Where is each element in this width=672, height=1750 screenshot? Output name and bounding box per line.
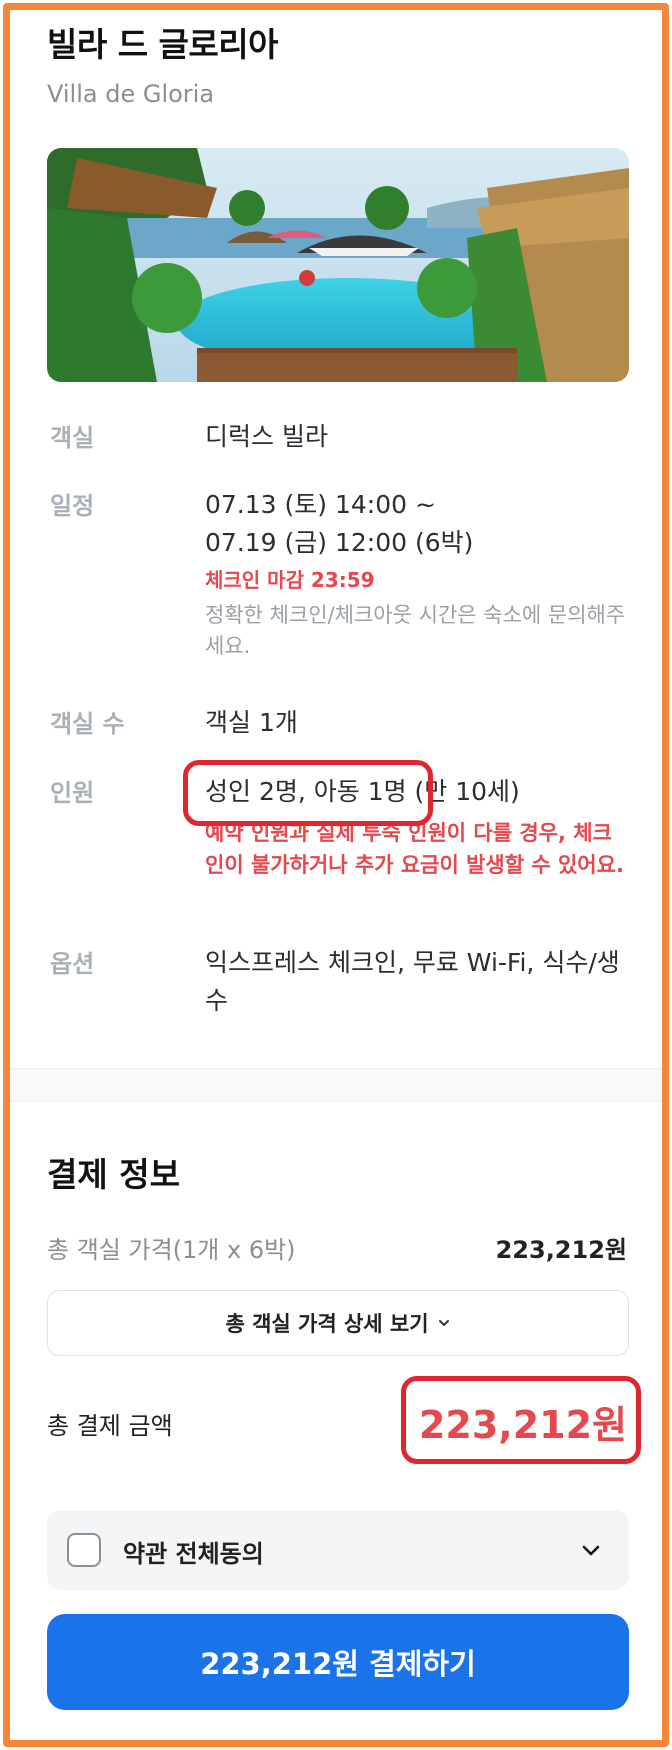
- total-label: 총 결제 금액: [47, 1412, 173, 1440]
- room-value: 디럭스 빌라: [205, 422, 328, 451]
- options-label: 옵션: [50, 950, 95, 978]
- room-label: 객실: [50, 424, 95, 452]
- checkbox-icon[interactable]: [67, 1533, 101, 1567]
- chevron-down-icon: [438, 1320, 449, 1326]
- annotation-highlight-guests: [183, 760, 433, 826]
- price-detail-label: 총 객실 가격 상세 보기: [225, 1312, 429, 1336]
- agree-all-row[interactable]: 약관 전체동의: [47, 1510, 629, 1590]
- annotation-highlight-total: [401, 1376, 641, 1464]
- section-divider: [10, 1068, 662, 1102]
- schedule-label: 일정: [50, 492, 95, 520]
- room-count-value: 객실 1개: [205, 708, 298, 737]
- agree-all-label: 약관 전체동의: [123, 1540, 264, 1568]
- hotel-name: 빌라 드 글로리아: [47, 25, 279, 64]
- options-value: 익스프레스 체크인, 무료 Wi-Fi, 식수/생수: [205, 948, 620, 1015]
- hotel-name-en: Villa de Gloria: [47, 80, 215, 108]
- price-detail-button[interactable]: 총 객실 가격 상세 보기: [47, 1290, 629, 1356]
- schedule-line1: 07.13 (토) 14:00 ~: [205, 490, 436, 519]
- checkin-note: 정확한 체크인/체크아웃 시간은 숙소에 문의해주세요.: [205, 603, 626, 658]
- guests-label: 인원: [50, 779, 95, 807]
- room-price-value: 223,212원: [495, 1236, 627, 1264]
- guests-warning: 예약 인원과 실제 투숙 인원이 다를 경우, 체크인이 불가하거나 추가 요금…: [205, 821, 624, 877]
- schedule-value: 07.13 (토) 14:00 ~ 07.19 (금) 12:00 (6박) 체…: [205, 486, 629, 662]
- room-count-label: 객실 수: [50, 710, 125, 738]
- room-price-label: 총 객실 가격(1개 x 6박): [47, 1236, 296, 1264]
- hotel-photo: [47, 148, 629, 382]
- schedule-line2: 07.19 (금) 12:00 (6박): [205, 528, 474, 557]
- checkin-deadline: 체크인 마감 23:59: [205, 568, 375, 592]
- chevron-down-icon[interactable]: [579, 1538, 603, 1562]
- pay-button[interactable]: 223,212원 결제하기: [47, 1614, 629, 1710]
- payment-title: 결제 정보: [47, 1155, 180, 1194]
